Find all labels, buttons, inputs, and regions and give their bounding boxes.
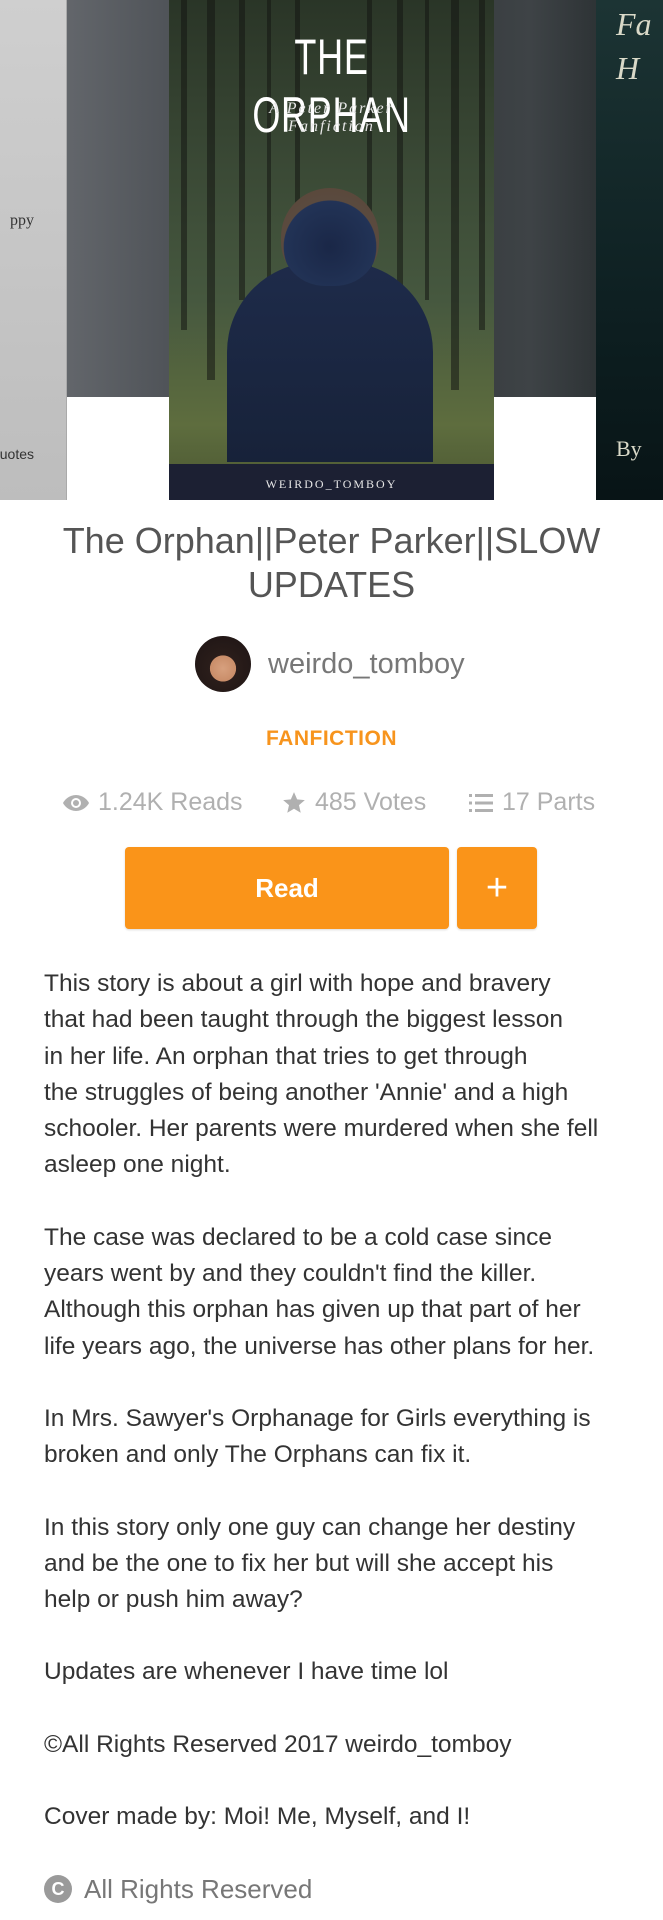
author-row[interactable]: weirdo_tomboy	[0, 636, 663, 694]
cover-art-figure-head	[281, 188, 379, 286]
cover-art-tree	[479, 0, 485, 330]
votes-count: 485 Votes	[315, 788, 427, 816]
author-name[interactable]: weirdo_tomboy	[268, 648, 465, 681]
story-title: The Orphan||Peter Parker||SLOW UPDATES	[62, 520, 601, 605]
story-description: This story is about a girl with hope and…	[44, 966, 629, 1871]
cover-art-tree	[451, 0, 459, 390]
category-link[interactable]: FANFICTION	[0, 727, 663, 751]
cover-author: WEIRDO_TOMBOY	[265, 477, 398, 491]
story-cover[interactable]: THE ORPHAN A Peter Parker Fanfiction WEI…	[169, 0, 494, 500]
votes-stat: 485 Votes	[281, 788, 426, 817]
parts-stat[interactable]: 17 Parts	[468, 788, 595, 817]
next-cover[interactable]: Fa H By	[596, 0, 663, 500]
description-paragraph: In Mrs. Sawyer's Orphanage for Girls eve…	[44, 1404, 591, 1469]
description-paragraph: ©All Rights Reserved 2017 weirdo_tomboy	[44, 1730, 512, 1758]
description-paragraph: In this story only one guy can change he…	[44, 1513, 576, 1614]
copyright-icon: C	[44, 1875, 72, 1903]
reads-count: 1.24K Reads	[98, 788, 243, 816]
description-paragraph: Cover made by: Moi! Me, Myself, and I!	[44, 1803, 471, 1831]
parts-count: 17 Parts	[502, 788, 596, 816]
license-row[interactable]: C All Rights Reserved	[44, 1872, 312, 1906]
star-icon	[283, 791, 305, 813]
cover-subtitle: A Peter Parker Fanfiction	[169, 100, 494, 136]
cover-subtitle-line: Fanfiction	[288, 118, 375, 135]
cover-art-figure	[227, 262, 433, 462]
previous-cover-text: uotes	[0, 446, 34, 462]
reads-stat: 1.24K Reads	[62, 788, 243, 817]
add-to-library-button[interactable]: +	[457, 847, 537, 929]
cover-carousel[interactable]: ppy uotes THE ORPHAN A Peter Parker Fanf…	[0, 0, 663, 500]
cover-subtitle-line: A Peter Parker	[269, 100, 394, 117]
avatar[interactable]	[195, 636, 251, 692]
next-cover-text: Fa	[616, 6, 652, 42]
description-paragraph: This story is about a girl with hope and…	[44, 970, 599, 1179]
next-cover-text: H	[616, 50, 640, 86]
previous-cover-text: ppy	[10, 212, 34, 229]
description-paragraph: The case was declared to be a cold case …	[44, 1223, 595, 1360]
next-cover-text: By	[616, 436, 642, 461]
license-label: All Rights Reserved	[84, 1873, 313, 1904]
read-button[interactable]: Read	[125, 847, 449, 929]
eye-icon	[63, 794, 89, 811]
description-paragraph: Updates are whenever I have time lol	[44, 1658, 449, 1686]
story-stats: 1.24K Reads 485 Votes 17 Parts	[0, 788, 663, 822]
list-icon	[469, 793, 493, 812]
cover-art-tree	[181, 0, 187, 330]
previous-cover[interactable]: ppy uotes	[0, 0, 67, 500]
